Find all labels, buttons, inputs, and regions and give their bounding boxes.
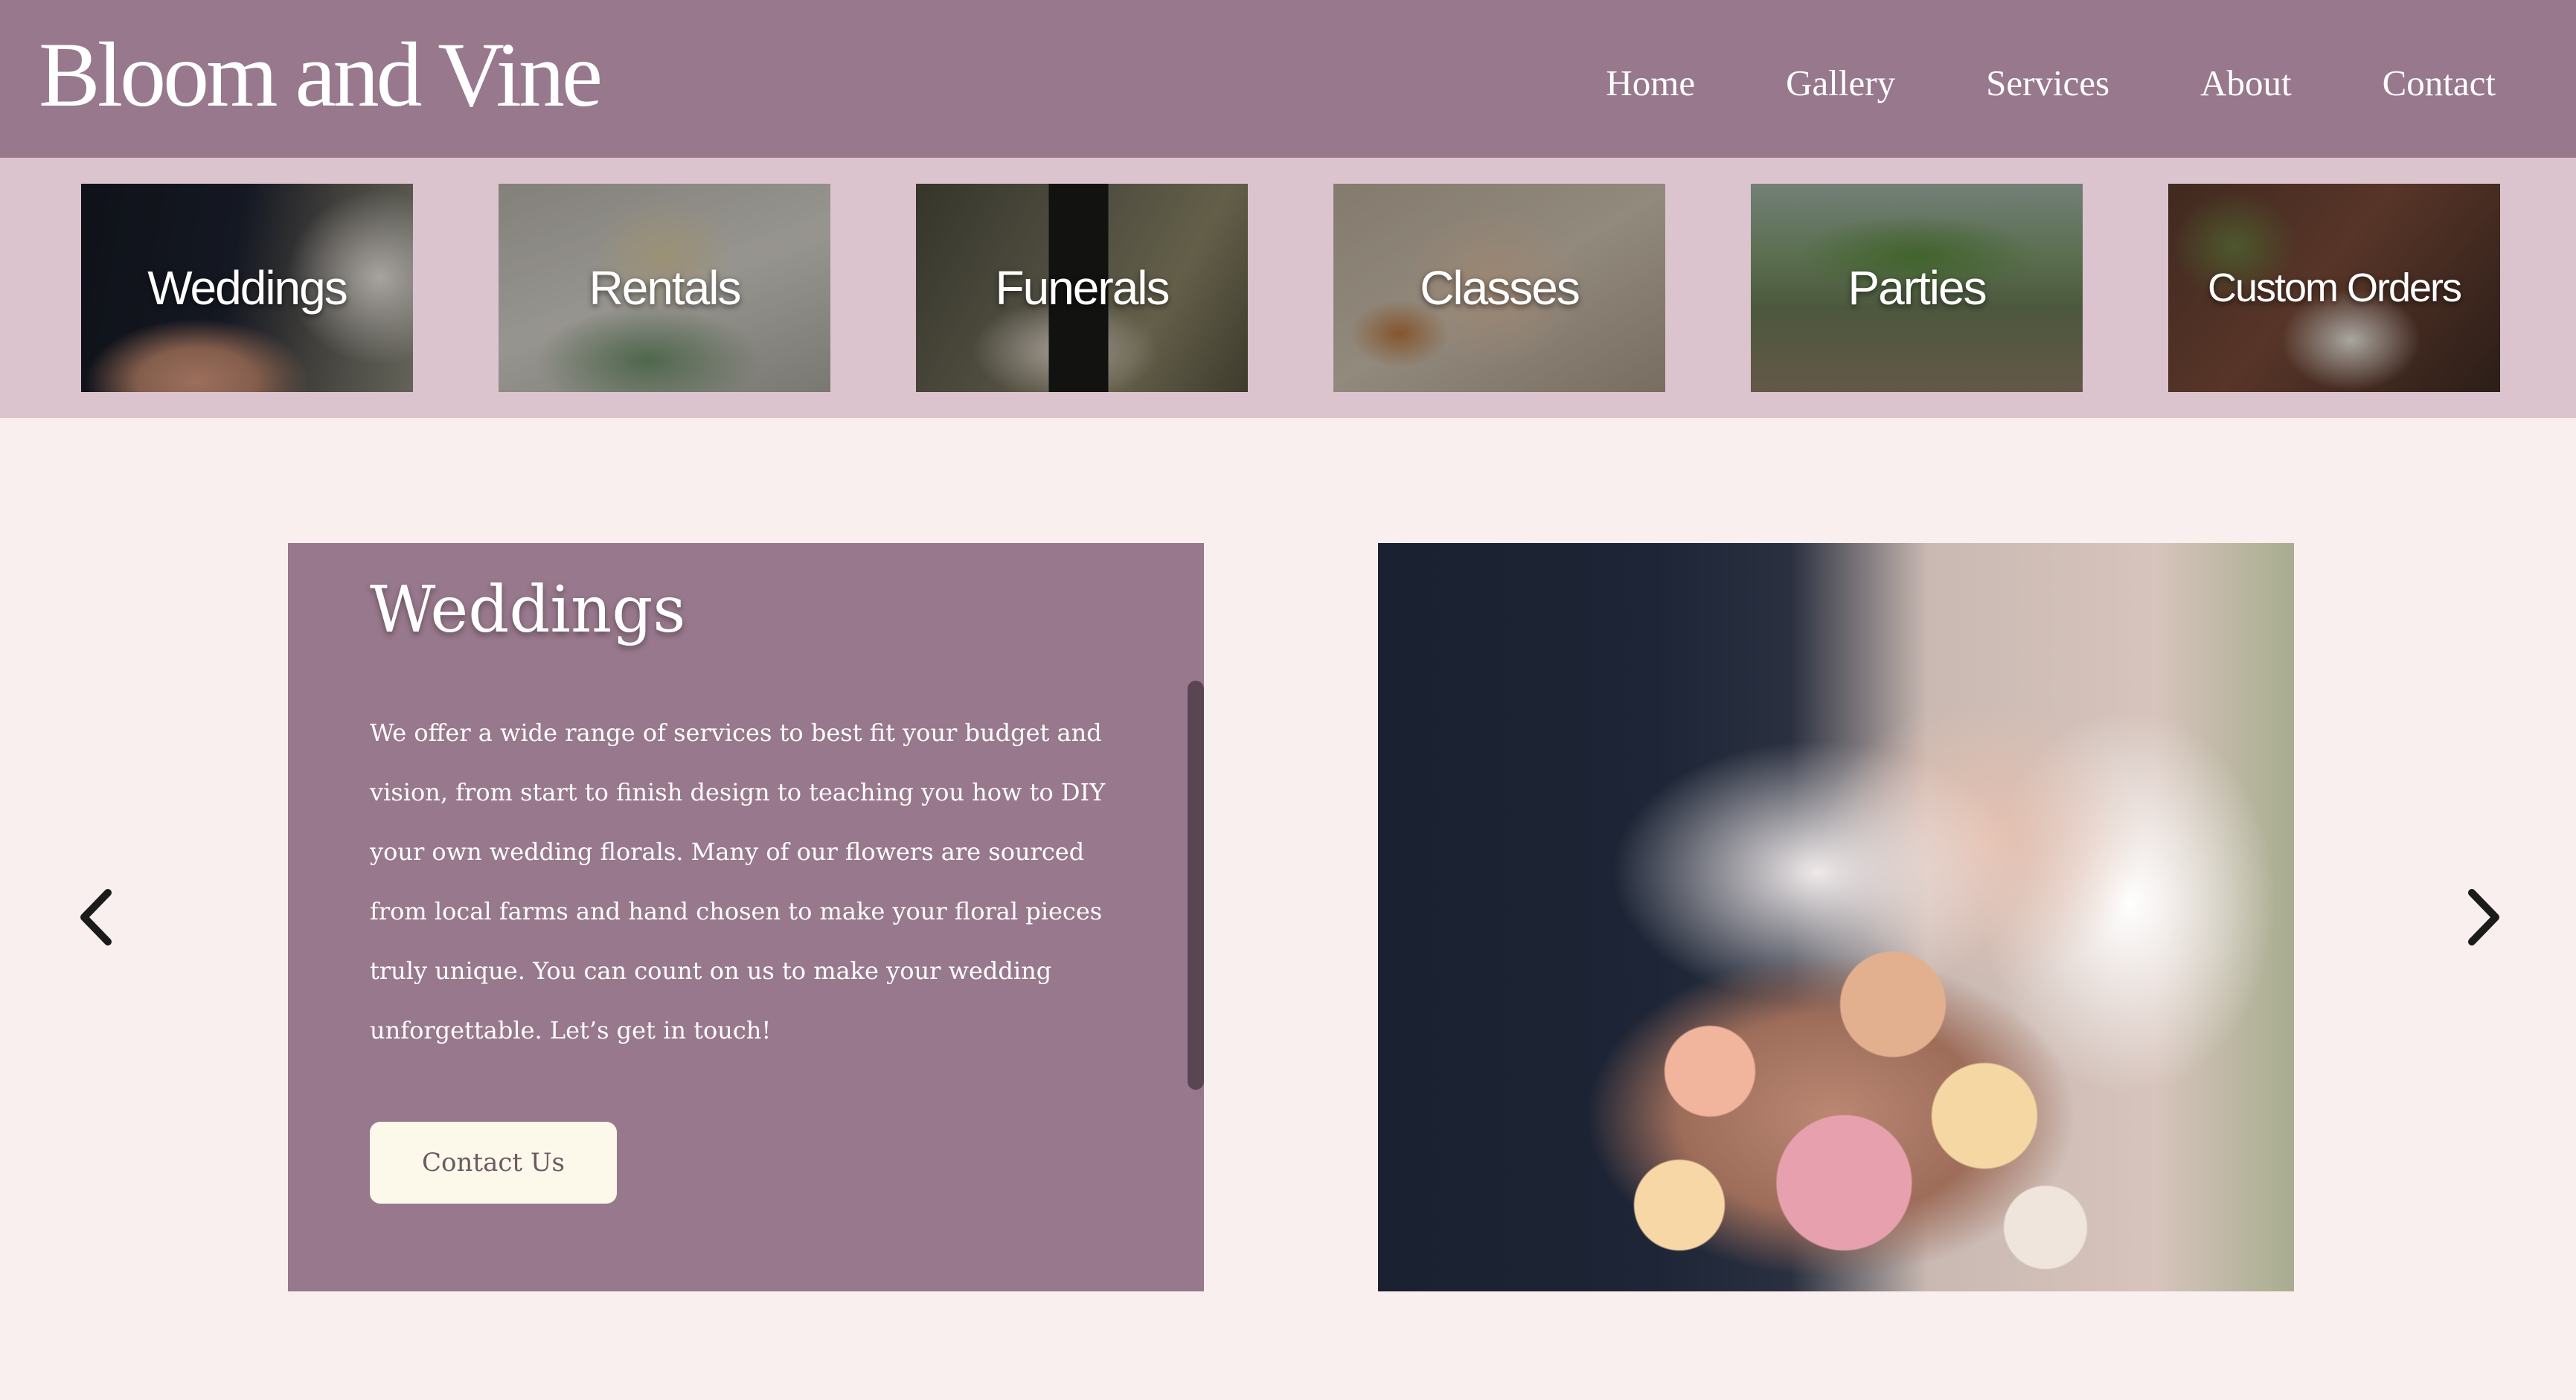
nav-gallery[interactable]: Gallery: [1786, 62, 1895, 104]
category-label: Parties: [1848, 261, 1987, 315]
category-strip: Weddings Rentals Funerals Classes Partie…: [0, 158, 2576, 418]
category-label: Funerals: [995, 261, 1170, 315]
nav-home[interactable]: Home: [1606, 62, 1695, 104]
category-tile-classes[interactable]: Classes: [1333, 184, 1665, 392]
nav-about[interactable]: About: [2200, 62, 2292, 104]
chevron-right-icon: [2468, 889, 2499, 945]
wedding-couple-photo: [1378, 543, 2294, 1291]
category-label: Classes: [1420, 261, 1580, 315]
carousel-prev-button[interactable]: [71, 884, 123, 951]
category-tile-custom-orders[interactable]: Custom Orders: [2168, 184, 2500, 392]
feature-title: Weddings: [370, 573, 686, 647]
main-nav: Home Gallery Services About Contact: [1606, 52, 2496, 113]
chevron-left-icon: [80, 889, 112, 945]
bouquet-image: [1527, 870, 2137, 1291]
category-tile-rentals[interactable]: Rentals: [499, 184, 830, 392]
category-label: Custom Orders: [2207, 266, 2462, 310]
nav-contact[interactable]: Contact: [2383, 62, 2496, 104]
carousel-next-button[interactable]: [2457, 884, 2509, 951]
contact-us-button[interactable]: Contact Us: [370, 1122, 617, 1204]
panel-scrollbar[interactable]: [1188, 681, 1204, 1090]
category-label: Rentals: [589, 261, 742, 315]
nav-services[interactable]: Services: [1986, 62, 2109, 104]
site-logo[interactable]: Bloom and Vine: [39, 27, 603, 123]
feature-panel: Weddings We offer a wide range of servic…: [288, 543, 1204, 1291]
site-header: Bloom and Vine Home Gallery Services Abo…: [0, 0, 2576, 158]
category-tile-parties[interactable]: Parties: [1751, 184, 2083, 392]
category-tile-funerals[interactable]: Funerals: [916, 184, 1248, 392]
feature-description: We offer a wide range of services to bes…: [370, 719, 1106, 1044]
category-label: Weddings: [147, 261, 347, 315]
category-tile-weddings[interactable]: Weddings: [81, 184, 413, 392]
